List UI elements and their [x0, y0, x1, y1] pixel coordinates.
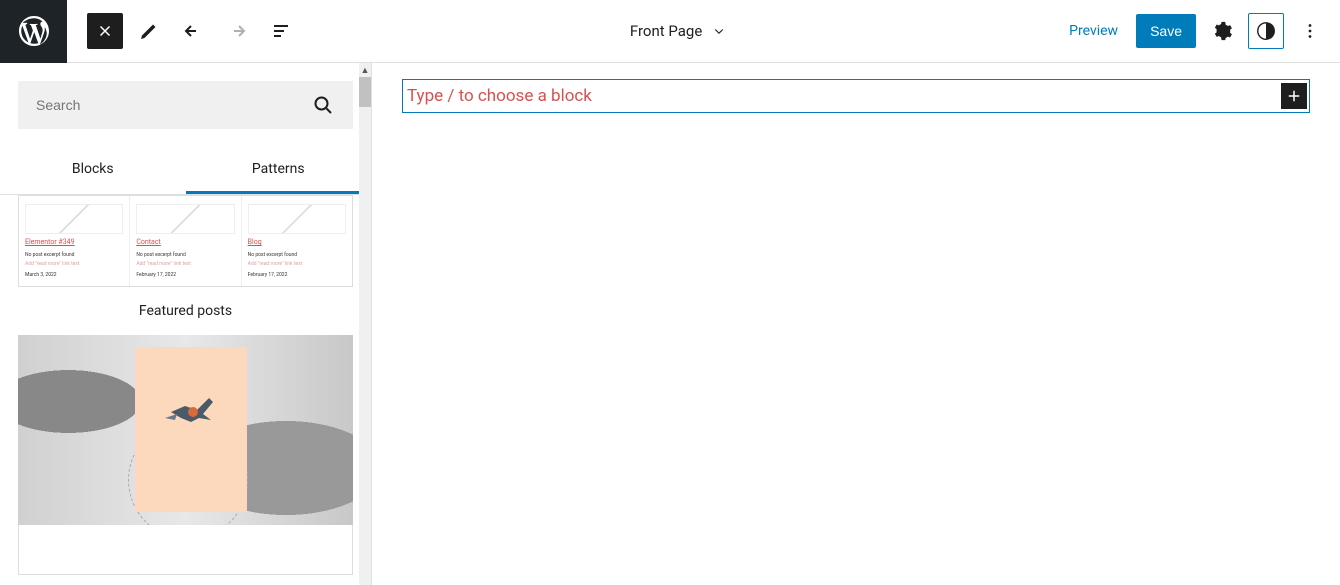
preview-link[interactable]: Preview	[1059, 23, 1128, 39]
gear-icon	[1211, 20, 1233, 42]
close-inserter-button[interactable]	[87, 13, 123, 49]
search-input[interactable]	[36, 97, 311, 113]
topbar-center: Front Page	[299, 22, 1059, 40]
redo-icon	[225, 19, 249, 43]
pattern-readmore: Add "read more" link text	[25, 261, 123, 267]
pattern-cell: Blog No post excerpt found Add "read mor…	[241, 196, 352, 286]
styles-button[interactable]	[1248, 13, 1284, 49]
pattern-date: February 17, 2022	[248, 272, 346, 278]
document-overview-button[interactable]	[263, 13, 299, 49]
topbar-left	[67, 13, 299, 49]
undo-button[interactable]	[175, 13, 211, 49]
add-block-button[interactable]	[1281, 83, 1307, 109]
bird-icon	[163, 390, 223, 432]
scrollbar-thumb[interactable]	[359, 77, 371, 107]
pencil-icon	[137, 19, 161, 43]
wordpress-logo[interactable]	[0, 0, 67, 63]
pattern-post-title: Contact	[136, 238, 234, 246]
inserter-tabs: Blocks Patterns	[0, 147, 371, 195]
tab-blocks[interactable]: Blocks	[0, 147, 186, 194]
page-title[interactable]: Front Page	[630, 22, 702, 40]
pattern-preview-tail	[18, 525, 353, 575]
pattern-post-title: Blog	[248, 238, 346, 246]
wordpress-icon	[16, 13, 52, 49]
pattern-placeholder-image	[248, 204, 346, 234]
search-box	[18, 81, 353, 129]
pattern-excerpt: No post excerpt found	[248, 252, 346, 258]
pattern-placeholder-image	[136, 204, 234, 234]
editor-canvas[interactable]: Type / to choose a block	[372, 63, 1340, 585]
close-icon	[96, 22, 114, 40]
pattern-post-title: Elementor #349	[25, 238, 123, 246]
list-view-icon	[269, 19, 293, 43]
topbar: Front Page Preview Save	[0, 0, 1340, 63]
patterns-content: Elementor #349 No post excerpt found Add…	[0, 195, 371, 585]
chevron-down-icon[interactable]	[710, 22, 728, 40]
search-wrap	[0, 63, 371, 147]
options-button[interactable]	[1292, 13, 1328, 49]
contrast-icon	[1255, 20, 1277, 42]
empty-block-prompt[interactable]: Type / to choose a block	[402, 79, 1310, 113]
more-vertical-icon	[1299, 20, 1321, 42]
pattern-cell: Contact No post excerpt found Add "read …	[129, 196, 240, 286]
save-button[interactable]: Save	[1136, 14, 1196, 48]
search-icon	[311, 93, 335, 117]
topbar-right: Preview Save	[1059, 13, 1340, 49]
pattern-date: March 3, 2022	[25, 272, 123, 278]
block-placeholder-text: Type / to choose a block	[407, 86, 1281, 106]
pattern-readmore: Add "read more" link text	[248, 261, 346, 267]
pattern-preview-posts[interactable]: Elementor #349 No post excerpt found Add…	[18, 195, 353, 287]
pattern-cell: Elementor #349 No post excerpt found Add…	[19, 196, 129, 286]
pattern-placeholder-image	[25, 204, 123, 234]
redo-button[interactable]	[219, 13, 255, 49]
pattern-section-label: Featured posts	[18, 287, 353, 335]
pattern-excerpt: No post excerpt found	[25, 252, 123, 258]
pattern-readmore: Add "read more" link text	[136, 261, 234, 267]
pattern-excerpt: No post excerpt found	[136, 252, 234, 258]
undo-icon	[181, 19, 205, 43]
tab-patterns[interactable]: Patterns	[186, 147, 372, 194]
sidebar-scrollbar[interactable]: ▲	[359, 63, 371, 585]
pattern-preview-image-card[interactable]	[18, 335, 353, 525]
main: Blocks Patterns Elementor #349 No post e…	[0, 63, 1340, 585]
inserter-sidebar: Blocks Patterns Elementor #349 No post e…	[0, 63, 372, 585]
scroll-up-arrow[interactable]: ▲	[359, 63, 371, 77]
pattern-date: February 17, 2022	[136, 272, 234, 278]
settings-button[interactable]	[1204, 13, 1240, 49]
edit-tool-button[interactable]	[131, 13, 167, 49]
plus-icon	[1285, 87, 1303, 105]
